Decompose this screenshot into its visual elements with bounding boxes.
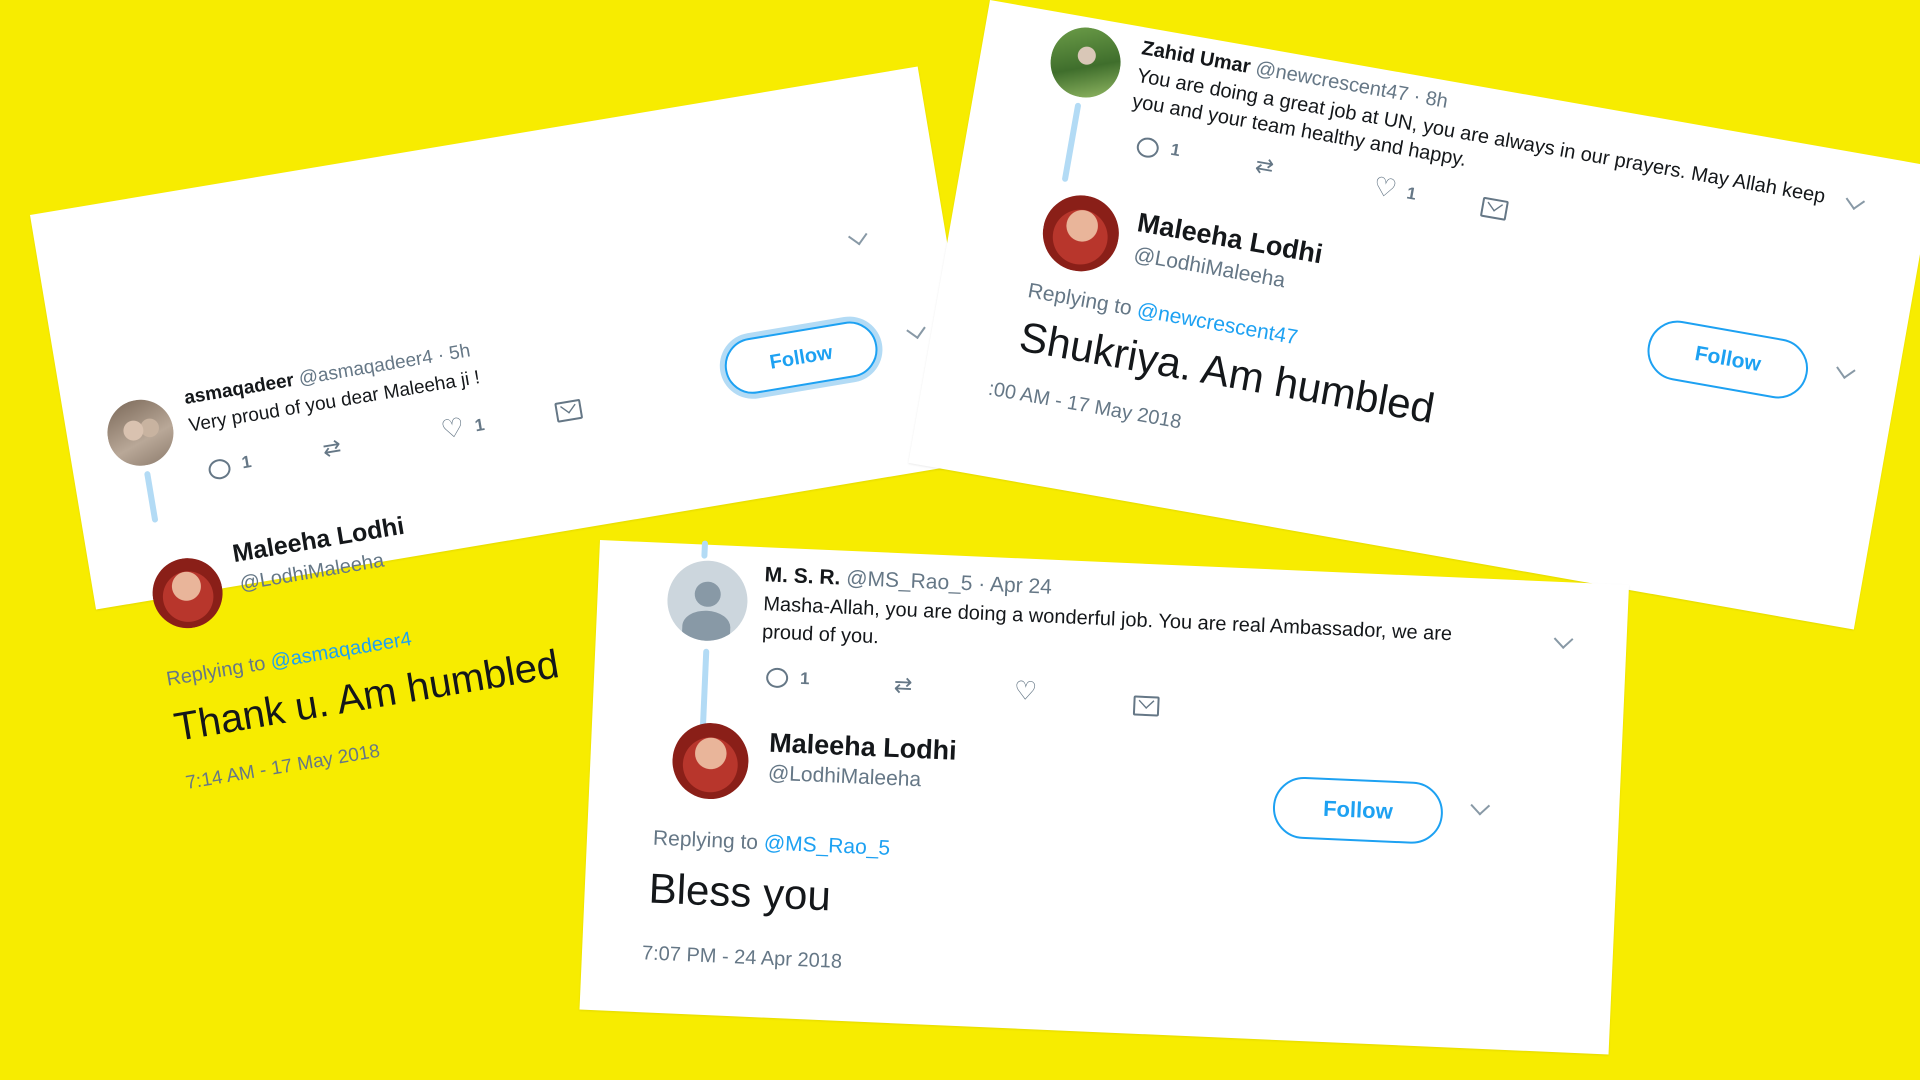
thread-line [699,648,710,733]
like-count: 1 [1405,183,1418,204]
like-count: 1 [473,415,486,436]
timestamp[interactable]: 7:07 PM - 24 Apr 2018 [641,942,843,974]
reply-text: Bless you [647,864,832,920]
author-handle[interactable]: @LodhiMaleeha [767,762,921,793]
timestamp[interactable]: :00 AM - 17 May 2018 [986,378,1184,435]
avatar[interactable] [147,552,228,634]
avatar[interactable] [670,721,751,801]
mention-link[interactable]: @asmaqadeer4 [269,628,413,673]
tweet-card-2: Zahid Umar @newcrescent47 · 8h You are d… [908,0,1920,630]
reply-icon[interactable] [765,667,789,689]
chevron-down-icon[interactable] [1836,359,1856,379]
reply-count: 1 [1169,139,1182,161]
tweet-card-1: asmaqadeer @asmaqadeer4 · 5h Very proud … [30,66,984,794]
follow-button[interactable]: Follow [1642,315,1813,404]
retweet-icon[interactable]: ⇄ [321,434,347,462]
chevron-down-icon[interactable] [1553,629,1574,650]
direct-message-icon[interactable] [1132,695,1160,717]
tweet-text-line1: You are doing a great job at UN, you are… [1135,64,1827,208]
follow-button[interactable]: Follow [720,317,882,399]
reply-icon[interactable] [1135,135,1161,160]
author-name[interactable]: Maleeha Lodhi [769,728,958,767]
follow-button[interactable]: Follow [1271,775,1445,845]
tweet-text-line2: proud of you. [761,621,880,649]
replying-to: Replying to @MS_Rao_5 [652,826,891,860]
mention-link[interactable]: @MS_Rao_5 [763,831,890,859]
avatar[interactable] [1045,22,1127,104]
tweet-card-3: M. S. R. @MS_Rao_5 · Apr 24 Masha-Allah,… [579,540,1630,1055]
like-icon[interactable]: ♡ [439,411,467,444]
avatar[interactable] [665,559,750,643]
chevron-down-icon[interactable] [906,319,926,340]
reply-count: 1 [240,452,253,473]
like-icon[interactable]: ♡ [1013,675,1038,706]
chevron-down-icon[interactable] [1845,190,1866,211]
avatar[interactable] [102,394,179,471]
timestamp[interactable]: 7:14 AM - 17 May 2018 [184,741,381,795]
thread-line [143,470,159,524]
avatar[interactable] [1036,189,1125,278]
thread-line [701,540,709,559]
reply-icon[interactable] [207,457,233,481]
direct-message-icon[interactable] [554,398,584,423]
retweet-icon[interactable]: ⇄ [1253,152,1280,180]
author-name[interactable]: M. S. R. [764,563,841,589]
chevron-down-icon[interactable] [847,225,868,246]
retweet-icon[interactable]: ⇄ [893,672,919,698]
direct-message-icon[interactable] [1479,196,1509,221]
reply-count: 1 [799,668,811,689]
thread-line [1061,102,1082,183]
author-handle[interactable]: @MS_Rao_5 · Apr 24 [846,567,1053,599]
chevron-down-icon[interactable] [1470,795,1491,816]
like-icon[interactable]: ♡ [1371,171,1399,205]
